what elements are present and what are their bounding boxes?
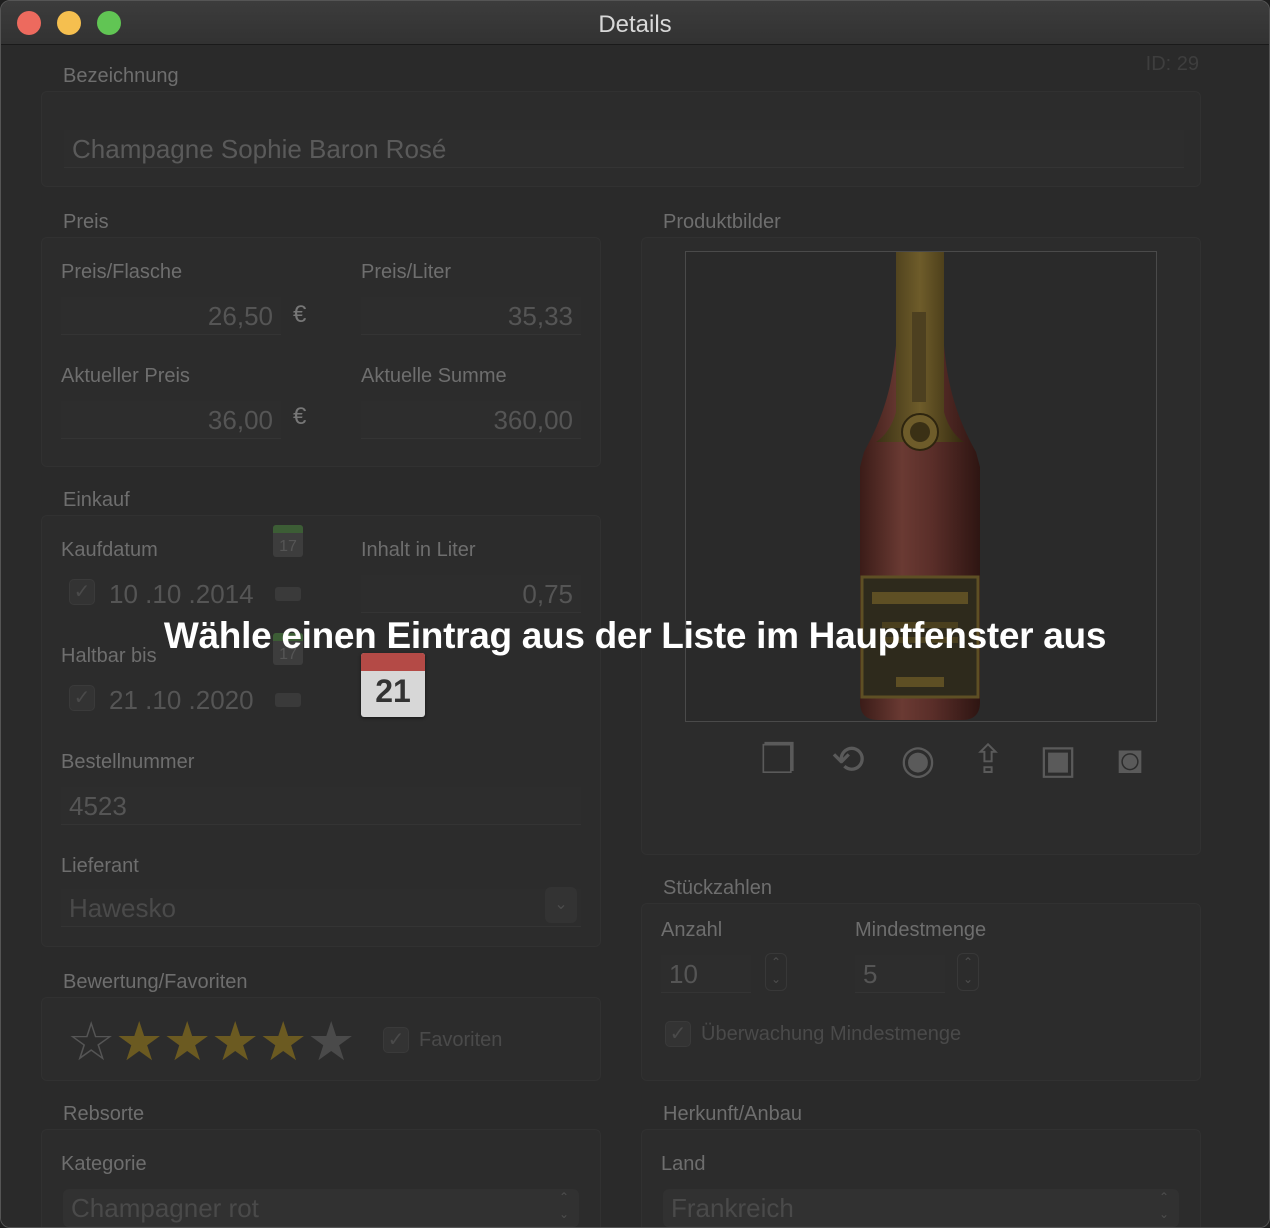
chevron-down-icon[interactable]: ⌄ (545, 887, 577, 923)
kaufdatum-label: Kaufdatum (61, 539, 158, 561)
date-picker-icon[interactable] (275, 693, 301, 707)
mindestmenge-stepper[interactable]: ⌃ ⌄ (957, 953, 979, 991)
bezeichnung-box: Champagne Sophie Baron Rosé (41, 91, 1201, 187)
date-picker-icon[interactable] (275, 587, 301, 601)
preis-liter-label: Preis/Liter (361, 261, 452, 283)
land-select[interactable]: Frankreich (663, 1189, 1179, 1227)
kategorie-label: Kategorie (61, 1153, 147, 1175)
rating-star-icon[interactable]: ★ (211, 1015, 259, 1069)
calendar-icon[interactable]: 17 (273, 525, 303, 557)
haltbar-checkbox[interactable]: ✓ (69, 685, 95, 711)
photos-icon[interactable]: ❐ (753, 735, 803, 785)
einkauf-section-label: Einkauf (63, 489, 130, 511)
aktueller-preis-field[interactable]: 36,00 (61, 401, 281, 439)
kaufdatum-checkbox[interactable]: ✓ (69, 579, 95, 605)
mindestmenge-label: Mindestmenge (855, 919, 987, 941)
preis-flasche-currency: € (293, 301, 307, 328)
anzahl-field[interactable]: 10 (661, 955, 751, 993)
preis-flasche-label: Preis/Flasche (61, 261, 183, 283)
stueckzahlen-section-label: Stückzahlen (663, 877, 772, 899)
anzahl-label: Anzahl (661, 919, 723, 941)
bezeichnung-field[interactable]: Champagne Sophie Baron Rosé (64, 130, 1184, 168)
calendar-popup-icon[interactable]: 21 (361, 653, 425, 717)
lieferant-label: Lieferant (61, 855, 139, 877)
bestellnummer-label: Bestellnummer (61, 751, 195, 773)
preis-liter-field[interactable]: 35,33 (361, 297, 581, 335)
record-id-label: ID: 29 (1145, 53, 1199, 75)
details-window: Details ID: 29 Bezeichnung Champagne Sop… (0, 0, 1270, 1228)
rating-star-icon[interactable]: ★ (307, 1015, 355, 1069)
rating-star-icon[interactable]: ★ (259, 1015, 307, 1069)
details-content: ID: 29 Bezeichnung Champagne Sophie Baro… (1, 45, 1269, 1227)
favoriten-checkbox[interactable]: ✓ (383, 1027, 409, 1053)
aktueller-preis-label: Aktueller Preis (61, 365, 190, 387)
preis-section-label: Preis (63, 211, 109, 233)
preis-flasche-field[interactable]: 26,50 (61, 297, 281, 335)
kaufdatum-field[interactable]: 10 .10 .2014 (101, 575, 271, 613)
kategorie-select[interactable]: Champagner rot (63, 1189, 579, 1227)
rating-star-icon[interactable]: ★ (115, 1015, 163, 1069)
aktueller-preis-currency: € (293, 403, 307, 430)
mindestmenge-field[interactable]: 5 (855, 955, 945, 993)
rating-star-icon[interactable]: ★ (163, 1015, 211, 1069)
image-capture-icon[interactable]: ▣ (1033, 735, 1083, 785)
aktuelle-summe-label: Aktuelle Summe (361, 365, 507, 387)
inhalt-field[interactable]: 0,75 (361, 575, 581, 613)
ueberwachung-checkbox[interactable]: ✓ (665, 1021, 691, 1047)
share-icon[interactable]: ⇪ (963, 735, 1013, 785)
clear-rating-star-icon[interactable]: ☆ (67, 1015, 115, 1069)
herkunft-section-label: Herkunft/Anbau (663, 1103, 802, 1125)
lieferant-dropdown[interactable]: Hawesko (61, 889, 581, 927)
anzahl-stepper[interactable]: ⌃ ⌄ (765, 953, 787, 991)
rebsorte-section-label: Rebsorte (63, 1103, 145, 1125)
camera-icon[interactable]: ◙ (1105, 735, 1155, 785)
haltbar-field[interactable]: 21 .10 .2020 (101, 681, 271, 719)
aktuelle-summe-field[interactable]: 360,00 (361, 401, 581, 439)
ueberwachung-label: Überwachung Mindestmenge (701, 1023, 962, 1045)
bezeichnung-label: Bezeichnung (63, 65, 179, 87)
select-arrows-icon[interactable]: ⌃ ⌄ (553, 1189, 575, 1227)
select-arrows-icon[interactable]: ⌃ ⌄ (1153, 1189, 1175, 1227)
bestellnummer-field[interactable]: 4523 (61, 787, 581, 825)
eye-icon[interactable]: ◉ (893, 735, 943, 785)
produktbilder-section-label: Produktbilder (663, 211, 781, 233)
empty-selection-message: Wähle einen Eintrag aus der Liste im Hau… (163, 615, 1107, 656)
titlebar: Details (1, 1, 1269, 45)
flip-icon[interactable]: ⟲ (823, 735, 873, 785)
favoriten-label: Favoriten (419, 1029, 503, 1051)
inhalt-label: Inhalt in Liter (361, 539, 476, 561)
land-label: Land (661, 1153, 706, 1175)
bewertung-section-label: Bewertung/Favoriten (63, 971, 248, 993)
window-title: Details (598, 11, 672, 38)
